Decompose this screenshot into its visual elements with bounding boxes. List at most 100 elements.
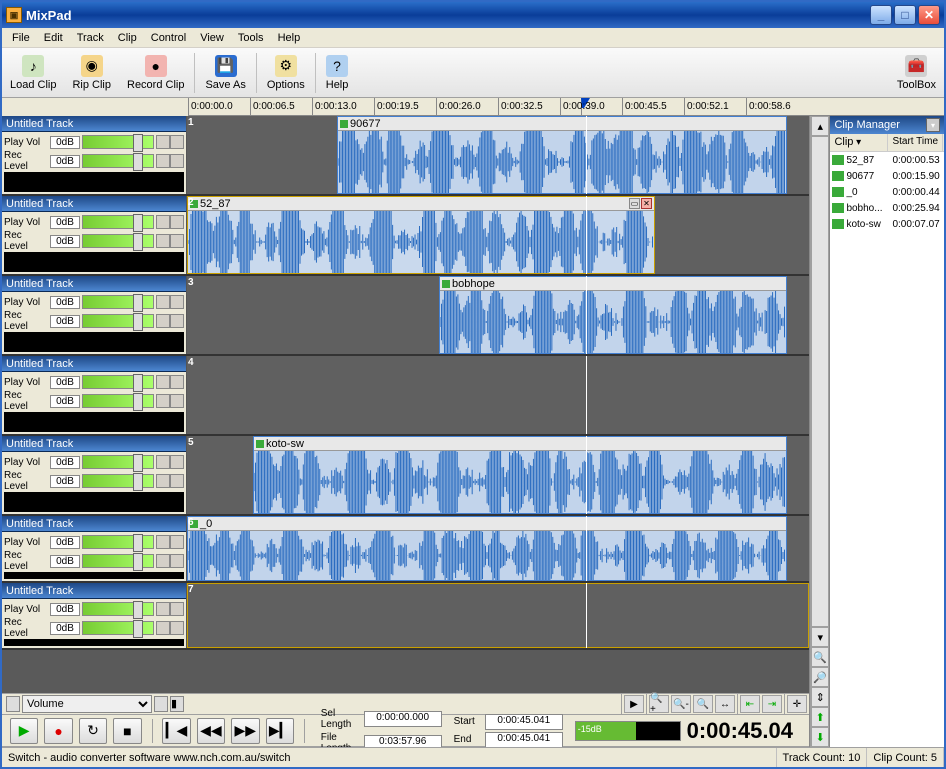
rec-value[interactable]: 0dB bbox=[50, 475, 80, 488]
titlebar[interactable]: ▣ MixPad _ □ ✕ bbox=[2, 2, 944, 28]
options-button[interactable]: ⚙Options bbox=[259, 49, 313, 97]
mute-button[interactable] bbox=[156, 295, 170, 309]
rec-value[interactable]: 0dB bbox=[50, 555, 80, 568]
move-up-button[interactable]: ⬆ bbox=[811, 707, 829, 727]
menu-tools[interactable]: Tools bbox=[232, 31, 270, 45]
mute-button[interactable] bbox=[156, 602, 170, 616]
rec-value[interactable]: 0dB bbox=[50, 395, 80, 408]
solo-button[interactable] bbox=[170, 154, 184, 168]
record-button[interactable]: ● bbox=[44, 718, 72, 744]
vertical-scrollbar[interactable] bbox=[811, 136, 829, 627]
clip-list-item[interactable]: bobho...0:00:25.94 bbox=[830, 200, 944, 216]
clip[interactable]: bobhope bbox=[439, 276, 787, 354]
envelope-grid[interactable]: ▮ bbox=[170, 696, 184, 712]
track-lane[interactable]: 252_87▭✕ bbox=[187, 196, 809, 274]
rec-slider[interactable] bbox=[82, 154, 154, 168]
play-slider[interactable] bbox=[82, 135, 154, 149]
toolbox-button[interactable]: 🧰ToolBox bbox=[889, 49, 944, 97]
menu-control[interactable]: Control bbox=[145, 31, 192, 45]
zoom-fit-v-button[interactable]: ⇕ bbox=[811, 687, 829, 707]
rec-value[interactable]: 0dB bbox=[50, 155, 80, 168]
track-lane[interactable]: 6_0 bbox=[187, 516, 809, 581]
track-title[interactable]: Untitled Track bbox=[2, 516, 186, 532]
rewind-button[interactable]: ◀◀ bbox=[197, 718, 225, 744]
clip-list-item[interactable]: 52_870:00:00.53 bbox=[830, 152, 944, 168]
mute-button[interactable] bbox=[156, 455, 170, 469]
clip[interactable]: 90677 bbox=[337, 116, 787, 194]
rec-value[interactable]: 0dB bbox=[50, 235, 80, 248]
track-title[interactable]: Untitled Track bbox=[2, 196, 186, 212]
solo-button[interactable] bbox=[170, 602, 184, 616]
solo-button[interactable] bbox=[170, 314, 184, 328]
scroll-right-button[interactable]: ▶ bbox=[624, 695, 644, 713]
play-value[interactable]: 0dB bbox=[50, 536, 80, 549]
mute-button[interactable] bbox=[156, 535, 170, 549]
play-slider[interactable] bbox=[82, 602, 154, 616]
rec-slider[interactable] bbox=[82, 314, 154, 328]
menu-clip[interactable]: Clip bbox=[112, 31, 143, 45]
rec-slider[interactable] bbox=[82, 234, 154, 248]
clip-col-header[interactable]: Clip ▾ bbox=[830, 134, 888, 151]
menu-file[interactable]: File bbox=[6, 31, 36, 45]
load-clip-button[interactable]: ♪Load Clip bbox=[2, 49, 64, 97]
menu-track[interactable]: Track bbox=[71, 31, 110, 45]
track-title[interactable]: Untitled Track bbox=[2, 276, 186, 292]
to-end-button[interactable]: ▶▎ bbox=[266, 718, 294, 744]
solo-button[interactable] bbox=[170, 135, 184, 149]
zoom-in-v-button[interactable]: 🔍 bbox=[811, 647, 829, 667]
rec-slider[interactable] bbox=[82, 394, 154, 408]
minimize-button[interactable]: _ bbox=[870, 5, 892, 25]
clip-props-button[interactable]: ▭ bbox=[629, 198, 640, 209]
track-title[interactable]: Untitled Track bbox=[2, 356, 186, 372]
clip-close-button[interactable]: ✕ bbox=[641, 198, 652, 209]
mute-button[interactable] bbox=[156, 135, 170, 149]
play-value[interactable]: 0dB bbox=[50, 456, 80, 469]
mute-button[interactable] bbox=[156, 154, 170, 168]
play-value[interactable]: 0dB bbox=[50, 603, 80, 616]
stop-button[interactable]: ■ bbox=[113, 718, 141, 744]
mute-button[interactable] bbox=[156, 474, 170, 488]
play-button[interactable]: ▶ bbox=[10, 718, 38, 744]
play-slider[interactable] bbox=[82, 215, 154, 229]
solo-button[interactable] bbox=[170, 375, 184, 389]
help-button[interactable]: ?Help bbox=[318, 49, 357, 97]
to-start-button[interactable]: ▎◀ bbox=[162, 718, 190, 744]
scroll-down-button[interactable]: ▾ bbox=[811, 627, 829, 647]
envelope-select[interactable]: Volume bbox=[22, 695, 152, 713]
track-lane[interactable]: 3bobhope bbox=[187, 276, 809, 354]
clip[interactable]: koto-sw bbox=[253, 436, 787, 514]
mute-button[interactable] bbox=[156, 215, 170, 229]
solo-button[interactable] bbox=[170, 621, 184, 635]
clip-list-item[interactable]: _00:00:00.44 bbox=[830, 184, 944, 200]
menu-edit[interactable]: Edit bbox=[38, 31, 69, 45]
solo-button[interactable] bbox=[170, 455, 184, 469]
record-clip-button[interactable]: ●Record Clip bbox=[119, 49, 192, 97]
zoom-out-v-button[interactable]: 🔎 bbox=[811, 667, 829, 687]
track-title[interactable]: Untitled Track bbox=[2, 583, 186, 599]
goto-start-button[interactable]: ⇤ bbox=[740, 695, 760, 713]
rec-slider[interactable] bbox=[82, 554, 154, 568]
envelope-lock[interactable] bbox=[154, 696, 168, 712]
play-slider[interactable] bbox=[82, 535, 154, 549]
play-slider[interactable] bbox=[82, 455, 154, 469]
fastfwd-button[interactable]: ▶▶ bbox=[231, 718, 259, 744]
mute-button[interactable] bbox=[156, 234, 170, 248]
play-slider[interactable] bbox=[82, 375, 154, 389]
mute-button[interactable] bbox=[156, 314, 170, 328]
close-button[interactable]: ✕ bbox=[918, 5, 940, 25]
play-value[interactable]: 0dB bbox=[50, 136, 80, 149]
track-title[interactable]: Untitled Track bbox=[2, 116, 186, 132]
play-slider[interactable] bbox=[82, 295, 154, 309]
move-down-button[interactable]: ⬇ bbox=[811, 727, 829, 747]
zoom-sel-button[interactable]: ↔ bbox=[715, 695, 735, 713]
solo-button[interactable] bbox=[170, 474, 184, 488]
zoom-in-button[interactable]: 🔍+ bbox=[649, 695, 669, 713]
rec-value[interactable]: 0dB bbox=[50, 622, 80, 635]
clip-manager-menu-button[interactable]: ▾ bbox=[926, 118, 940, 132]
play-value[interactable]: 0dB bbox=[50, 376, 80, 389]
clip[interactable]: 52_87▭✕ bbox=[187, 196, 655, 274]
track-lane[interactable]: 190677 bbox=[187, 116, 809, 194]
save-as-button[interactable]: 💾Save As bbox=[197, 49, 253, 97]
starttime-col-header[interactable]: Start Time bbox=[888, 134, 943, 151]
track-lane[interactable]: 7 bbox=[187, 583, 809, 648]
